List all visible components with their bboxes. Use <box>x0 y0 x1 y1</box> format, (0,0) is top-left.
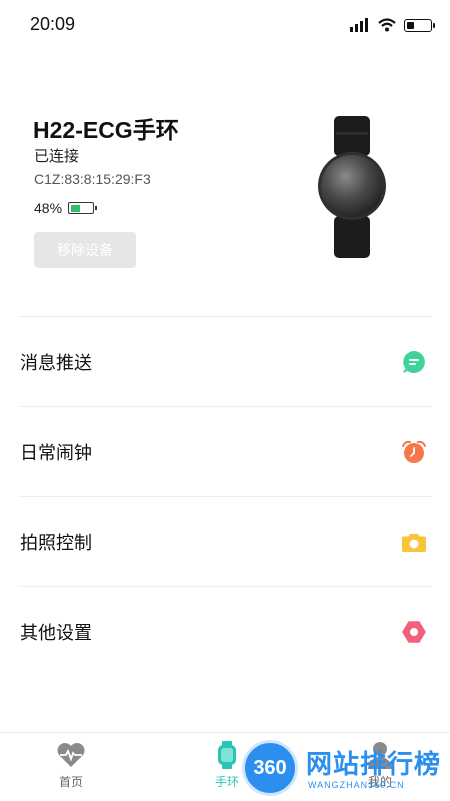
camera-icon <box>402 534 426 552</box>
watermark-title: 网站排行榜 <box>306 750 442 780</box>
menu-item-label: 其他设置 <box>20 622 92 644</box>
tab-home[interactable]: 首页 <box>26 733 116 801</box>
wifi-icon <box>378 18 396 32</box>
tab-label: 手环 <box>214 775 239 789</box>
tab-label: 首页 <box>58 775 83 789</box>
menu-item-label: 日常闹钟 <box>20 442 92 464</box>
status-icons <box>350 17 435 33</box>
message-icon <box>403 351 425 373</box>
menu-item-label: 消息推送 <box>20 352 92 374</box>
watermark: 360 网站排行榜 WANGZHAN360.CN <box>238 738 450 800</box>
status-time: 20:09 <box>30 14 76 34</box>
menu-item-other-settings[interactable]: 其他设置 <box>18 586 432 676</box>
watermark-subtitle: WANGZHAN360.CN <box>308 780 405 790</box>
device-name: H22-ECG手环 <box>33 117 179 143</box>
menu-item-camera-control[interactable]: 拍照控制 <box>18 496 432 586</box>
settings-hexagon-icon <box>402 621 426 643</box>
menu-item-message-push[interactable]: 消息推送 <box>18 316 432 406</box>
device-card: H22-ECG手环 已连接 C1Z:83:8:15:29:F3 48% 移除设备 <box>0 50 450 315</box>
watermark-logo: 360 <box>242 740 298 796</box>
watch-image <box>318 116 386 258</box>
menu-item-label: 拍照控制 <box>20 532 92 554</box>
menu-item-daily-alarm[interactable]: 日常闹钟 <box>18 406 432 496</box>
status-bar: 20:09 <box>0 0 450 50</box>
connection-status: 已连接 <box>34 147 80 165</box>
settings-menu: 消息推送 日常闹钟 拍照控制 其他设置 <box>18 316 432 676</box>
device-battery: 48% <box>34 200 98 216</box>
device-mac-address: C1Z:83:8:15:29:F3 <box>34 171 151 187</box>
alarm-clock-icon <box>402 440 426 463</box>
device-battery-text: 48% <box>34 200 63 216</box>
battery-icon <box>404 18 435 32</box>
heart-pulse-icon <box>57 743 85 767</box>
signal-icon <box>350 18 368 32</box>
device-battery-icon <box>68 202 98 214</box>
remove-device-button[interactable]: 移除设备 <box>34 232 136 268</box>
